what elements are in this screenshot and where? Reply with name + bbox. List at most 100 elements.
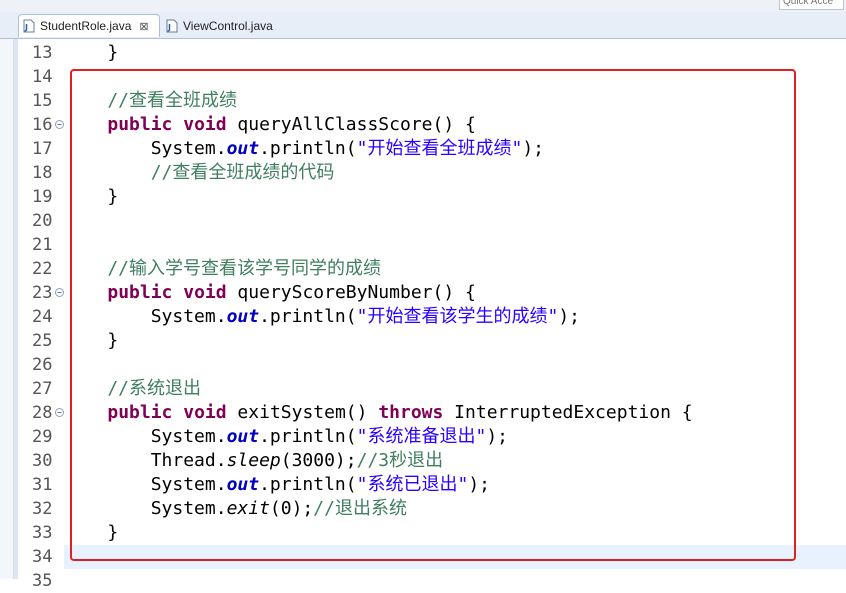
code-token: System. xyxy=(64,426,227,447)
tab-label: StudentRole.java xyxy=(40,19,132,33)
comment-token: //查看全班成绩的代码 xyxy=(64,162,335,183)
code-token: System. xyxy=(64,306,227,327)
code-line[interactable]: //查看全班成绩 xyxy=(64,89,846,113)
code-line[interactable]: System.out.println("开始查看全班成绩"); xyxy=(64,137,846,161)
code-token: queryScoreByNumber() { xyxy=(226,282,476,303)
code-line[interactable]: System.out.println("开始查看该学生的成绩"); xyxy=(64,305,846,329)
code-token: ); xyxy=(522,138,544,159)
keyword-token: void xyxy=(183,114,227,135)
code-token: } xyxy=(64,186,119,207)
code-token: ); xyxy=(558,306,580,327)
code-line[interactable]: //输入学号查看该学号同学的成绩 xyxy=(64,257,846,281)
code-token: (3000); xyxy=(280,450,357,471)
code-token: } xyxy=(64,42,119,63)
comment-token: //输入学号查看该学号同学的成绩 xyxy=(64,258,382,279)
line-number: 22 xyxy=(32,259,53,279)
code-line[interactable] xyxy=(64,545,846,569)
code-line[interactable]: //查看全班成绩的代码 xyxy=(64,161,846,185)
code-line[interactable] xyxy=(64,233,846,257)
code-token: .println( xyxy=(259,474,357,495)
keyword-token: throws xyxy=(378,402,444,423)
line-number: 30 xyxy=(32,451,53,471)
line-number: 13 xyxy=(32,43,53,63)
code-token: InterruptedException { xyxy=(443,402,693,423)
code-line[interactable]: public void queryScoreByNumber() { xyxy=(64,281,846,305)
code-token: exitSystem() xyxy=(226,402,379,423)
line-number: 35 xyxy=(32,571,53,591)
keyword-token: public xyxy=(107,282,173,303)
code-token: ); xyxy=(468,474,490,495)
code-token: System. xyxy=(64,498,227,519)
code-token: exit xyxy=(226,498,270,519)
code-line[interactable]: System.out.println("系统已退出"); xyxy=(64,473,846,497)
fold-collapse-icon[interactable]: − xyxy=(55,288,64,297)
line-number: 29 xyxy=(32,427,53,447)
fold-collapse-icon[interactable]: − xyxy=(55,408,64,417)
code-line[interactable]: } xyxy=(64,41,846,65)
code-line[interactable]: } xyxy=(64,329,846,353)
line-number: 23 xyxy=(32,283,53,303)
string-token: "系统准备退出" xyxy=(356,426,487,447)
quick-access-field[interactable]: Quick Acce xyxy=(779,0,844,10)
svg-text:J: J xyxy=(24,23,28,32)
string-token: "开始查看该学生的成绩" xyxy=(356,306,559,327)
line-number: 31 xyxy=(32,475,53,495)
field-token: out xyxy=(226,306,260,327)
code-line[interactable]: } xyxy=(64,521,846,545)
editor-tab-bar: J StudentRole.java ⊠ J ViewControl.java xyxy=(0,12,846,39)
keyword-token: void xyxy=(183,402,227,423)
line-number: 27 xyxy=(32,379,53,399)
code-line[interactable]: public void exitSystem() throws Interrup… xyxy=(64,401,846,425)
code-token: (0); xyxy=(269,498,314,519)
code-line[interactable]: //系统退出 xyxy=(64,377,846,401)
code-editor[interactable]: } //查看全班成绩 public void queryAllClassScor… xyxy=(64,39,846,579)
code-line[interactable]: Thread.sleep(3000);//3秒退出 xyxy=(64,449,846,473)
code-line[interactable]: public void queryAllClassScore() { xyxy=(64,113,846,137)
tab-studentrole-java[interactable]: J StudentRole.java ⊠ xyxy=(18,14,160,37)
line-number: 15 xyxy=(32,91,53,111)
field-token: out xyxy=(226,474,260,495)
code-line[interactable] xyxy=(64,65,846,89)
code-line[interactable]: } xyxy=(64,185,846,209)
code-token: System. xyxy=(64,138,227,159)
line-number: 28 xyxy=(32,403,53,423)
line-number: 20 xyxy=(32,211,53,231)
line-number: 16 xyxy=(32,115,53,135)
left-trim-bar xyxy=(0,39,14,579)
line-number: 24 xyxy=(32,307,53,327)
line-number: 21 xyxy=(32,235,53,255)
tab-viewcontrol-java[interactable]: J ViewControl.java xyxy=(162,14,287,37)
line-number: 18 xyxy=(32,163,53,183)
comment-token: //查看全班成绩 xyxy=(64,90,238,111)
line-number: 33 xyxy=(32,523,53,543)
field-token: out xyxy=(226,138,260,159)
code-token: } xyxy=(64,330,119,351)
svg-text:J: J xyxy=(167,23,171,32)
line-number: 25 xyxy=(32,331,53,351)
string-token: "系统已退出" xyxy=(356,474,469,495)
code-line[interactable] xyxy=(64,209,846,233)
line-number: 34 xyxy=(32,547,53,567)
string-token: "开始查看全班成绩" xyxy=(356,138,523,159)
line-number: 26 xyxy=(32,355,53,375)
code-line[interactable] xyxy=(64,569,846,593)
line-number: 14 xyxy=(32,67,53,87)
code-token: .println( xyxy=(259,426,357,447)
code-line[interactable]: System.exit(0);//退出系统 xyxy=(64,497,846,521)
code-line[interactable] xyxy=(64,353,846,377)
code-token: sleep xyxy=(226,450,281,471)
comment-token: //退出系统 xyxy=(313,498,407,519)
code-token: .println( xyxy=(259,306,357,327)
code-line[interactable]: System.out.println("系统准备退出"); xyxy=(64,425,846,449)
fold-collapse-icon[interactable]: − xyxy=(55,120,64,129)
java-file-icon: J xyxy=(23,19,35,33)
keyword-token: public xyxy=(107,402,173,423)
comment-token: //系统退出 xyxy=(64,378,202,399)
code-token: queryAllClassScore() { xyxy=(226,114,476,135)
keyword-token: public xyxy=(107,114,173,135)
close-tab-icon[interactable]: ⊠ xyxy=(139,20,148,33)
